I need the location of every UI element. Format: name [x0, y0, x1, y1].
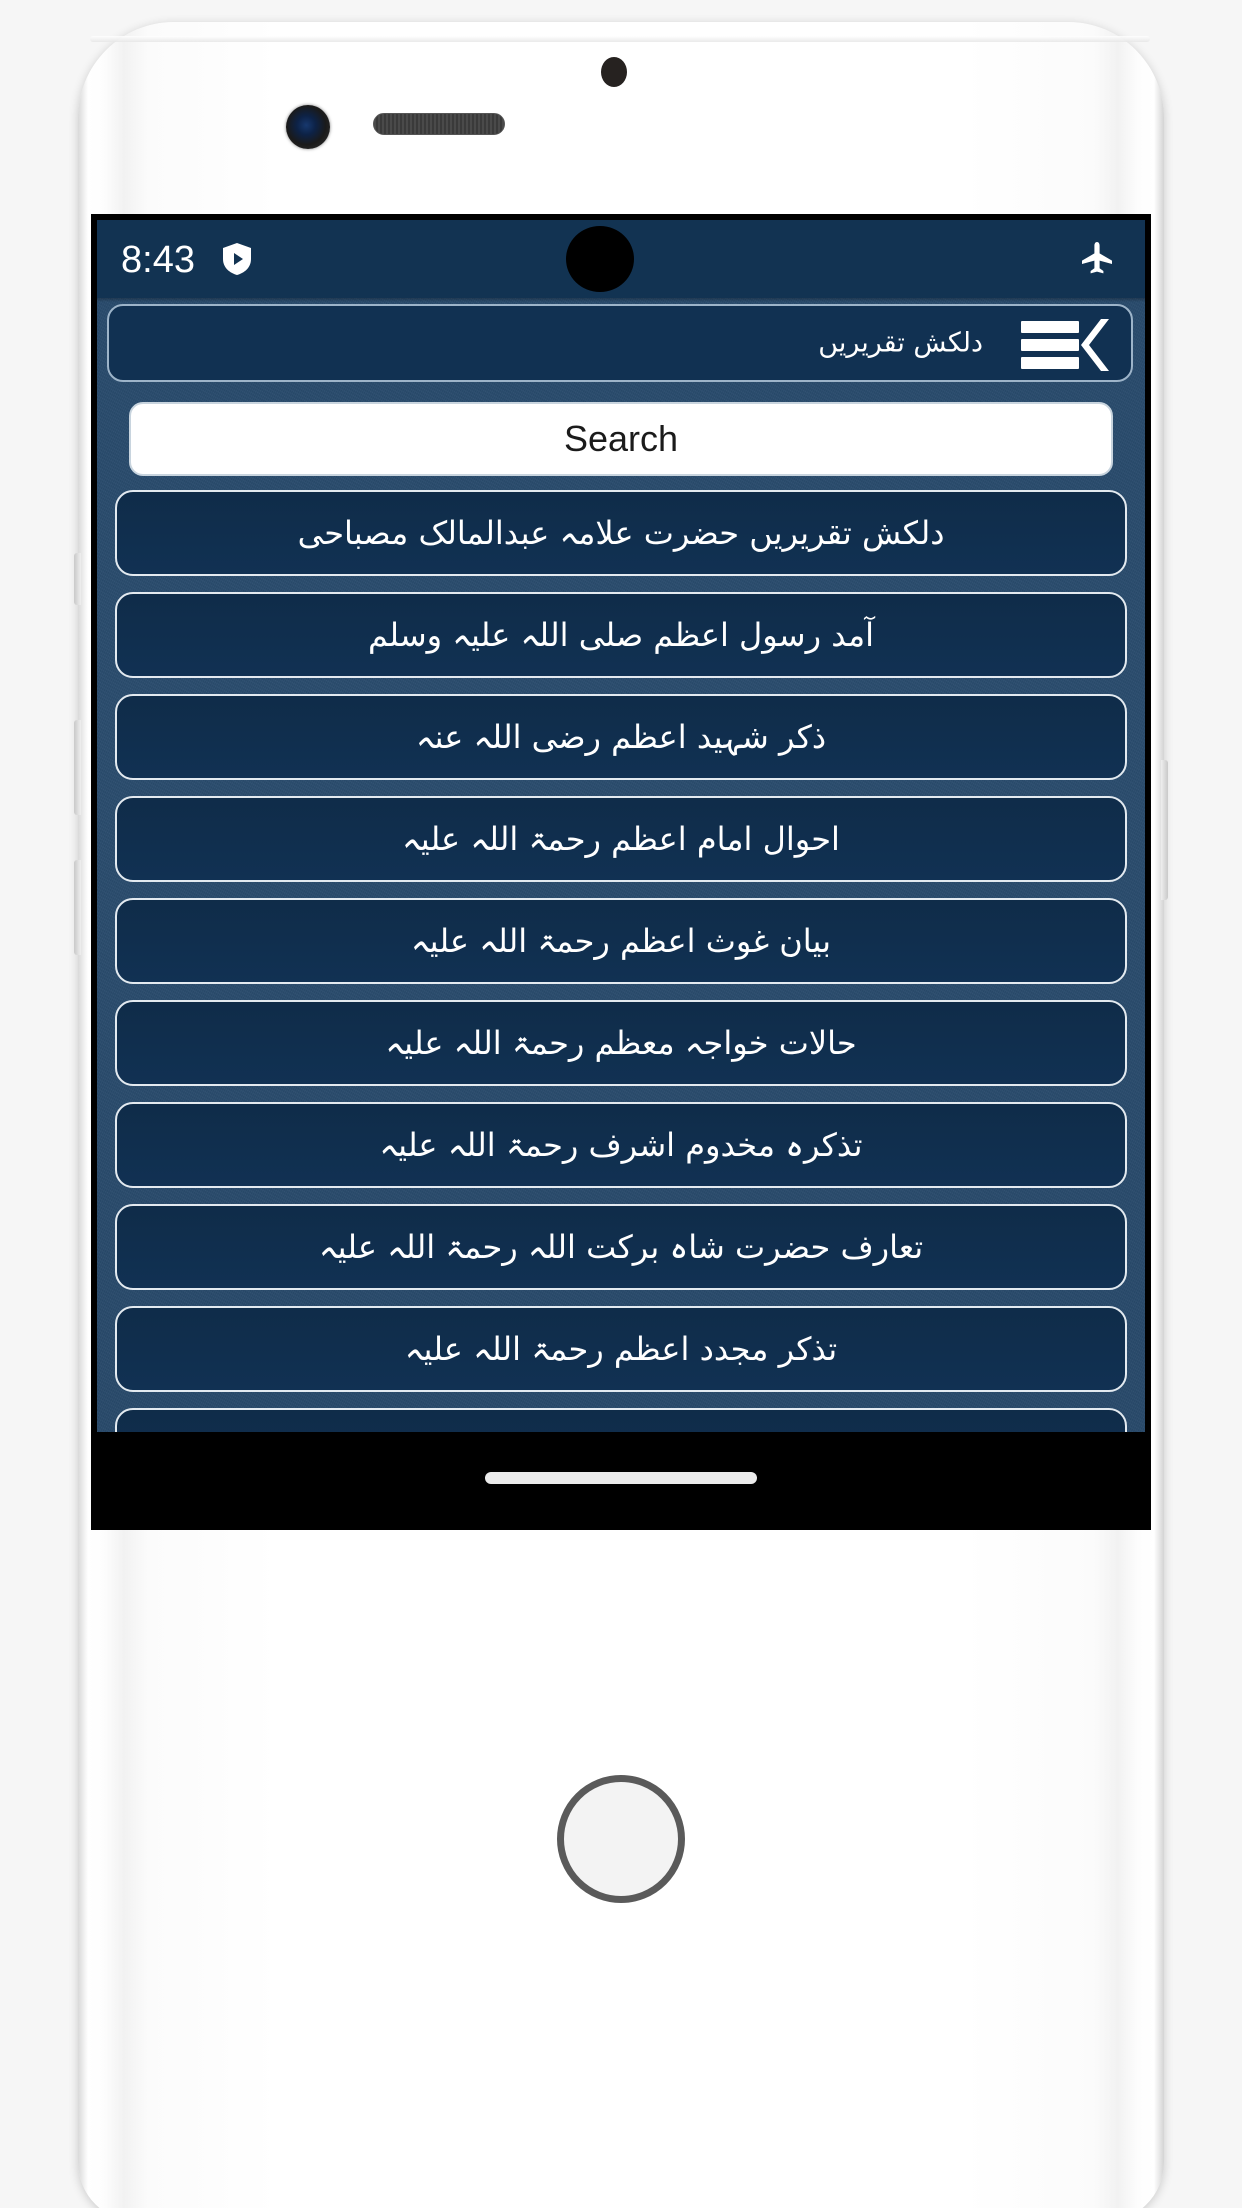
list-item-label: احوال امام اعظم رحمۃ اللہ علیہ — [402, 819, 840, 858]
volume-down-button[interactable] — [74, 860, 81, 955]
home-indicator-pill[interactable] — [485, 1472, 757, 1484]
list-item[interactable]: دلکش تقریریں حضرت علامہ عبدالمالک مصباحی — [115, 490, 1127, 576]
earpiece-speaker — [373, 113, 505, 135]
list-item-label: بیان غوث اعظم رحمۃ اللہ علیہ — [410, 921, 832, 960]
list-item-label: تذکرہ مخدوم اشرف رحمۃ اللہ علیہ — [379, 1125, 863, 1164]
status-bar-shadow — [97, 298, 1145, 302]
volume-up-button[interactable] — [74, 720, 81, 815]
silent-switch-button[interactable] — [74, 553, 81, 605]
status-bar: 8:43 — [97, 220, 1145, 298]
proximity-sensor-dot — [601, 57, 627, 87]
list-item[interactable]: تذکرہ مخدوم اشرف رحمۃ اللہ علیہ — [115, 1102, 1127, 1188]
screenshot-root: 8:43 دلکش تقریریں Search دلکش تقریریں حض… — [0, 0, 1242, 2208]
phone-screen: 8:43 دلکش تقریریں Search دلکش تقریریں حض… — [91, 214, 1151, 1530]
status-bar-clock: 8:43 — [121, 239, 195, 281]
list-item[interactable]: تعارف حضرت شاہ برکت اللہ رحمۃ اللہ علیہ — [115, 1204, 1127, 1290]
front-camera-cutout — [566, 226, 634, 292]
app-header-bar: دلکش تقریریں — [107, 304, 1133, 382]
list-item-label: تعارف حضرت شاہ برکت اللہ رحمۃ اللہ علیہ — [318, 1227, 924, 1266]
list-item[interactable]: ذکر شہید اعظم رضی اللہ عنہ — [115, 694, 1127, 780]
shield-play-icon — [221, 242, 253, 276]
list-item[interactable]: احوال امام اعظم رحمۃ اللہ علیہ — [115, 796, 1127, 882]
list-item-label: تذکر مجدد اعظم رحمۃ اللہ علیہ — [404, 1329, 838, 1368]
power-button[interactable] — [1161, 760, 1168, 900]
search-input[interactable] — [129, 402, 1113, 476]
taqreer-list[interactable]: دلکش تقریریں حضرت علامہ عبدالمالک مصباحی… — [97, 490, 1145, 1524]
list-item[interactable]: بیان غوث اعظم رحمۃ اللہ علیہ — [115, 898, 1127, 984]
frame-sheen — [90, 36, 1150, 42]
list-item-label: ذکر شہید اعظم رضی اللہ عنہ — [415, 717, 827, 756]
app-viewport: 8:43 دلکش تقریریں Search دلکش تقریریں حض… — [97, 220, 1145, 1524]
list-item[interactable]: حالات خواجہ معظم رحمۃ اللہ علیہ — [115, 1000, 1127, 1086]
home-button[interactable] — [557, 1775, 685, 1903]
system-navigation-bar — [97, 1432, 1145, 1524]
list-item[interactable]: آمد رسول اعظم صلی اللہ علیہ وسلم — [115, 592, 1127, 678]
airplane-mode-icon — [1079, 240, 1115, 276]
list-item-label: حالات خواجہ معظم رحمۃ اللہ علیہ — [385, 1023, 857, 1062]
hamburger-back-icon[interactable] — [1021, 315, 1117, 375]
list-item-label: دلکش تقریریں حضرت علامہ عبدالمالک مصباحی — [297, 513, 945, 552]
list-item-label: آمد رسول اعظم صلی اللہ علیہ وسلم — [367, 615, 875, 654]
front-camera-icon — [286, 105, 330, 149]
list-item[interactable]: تذکر مجدد اعظم رحمۃ اللہ علیہ — [115, 1306, 1127, 1392]
page-title: دلکش تقریریں — [818, 327, 983, 359]
